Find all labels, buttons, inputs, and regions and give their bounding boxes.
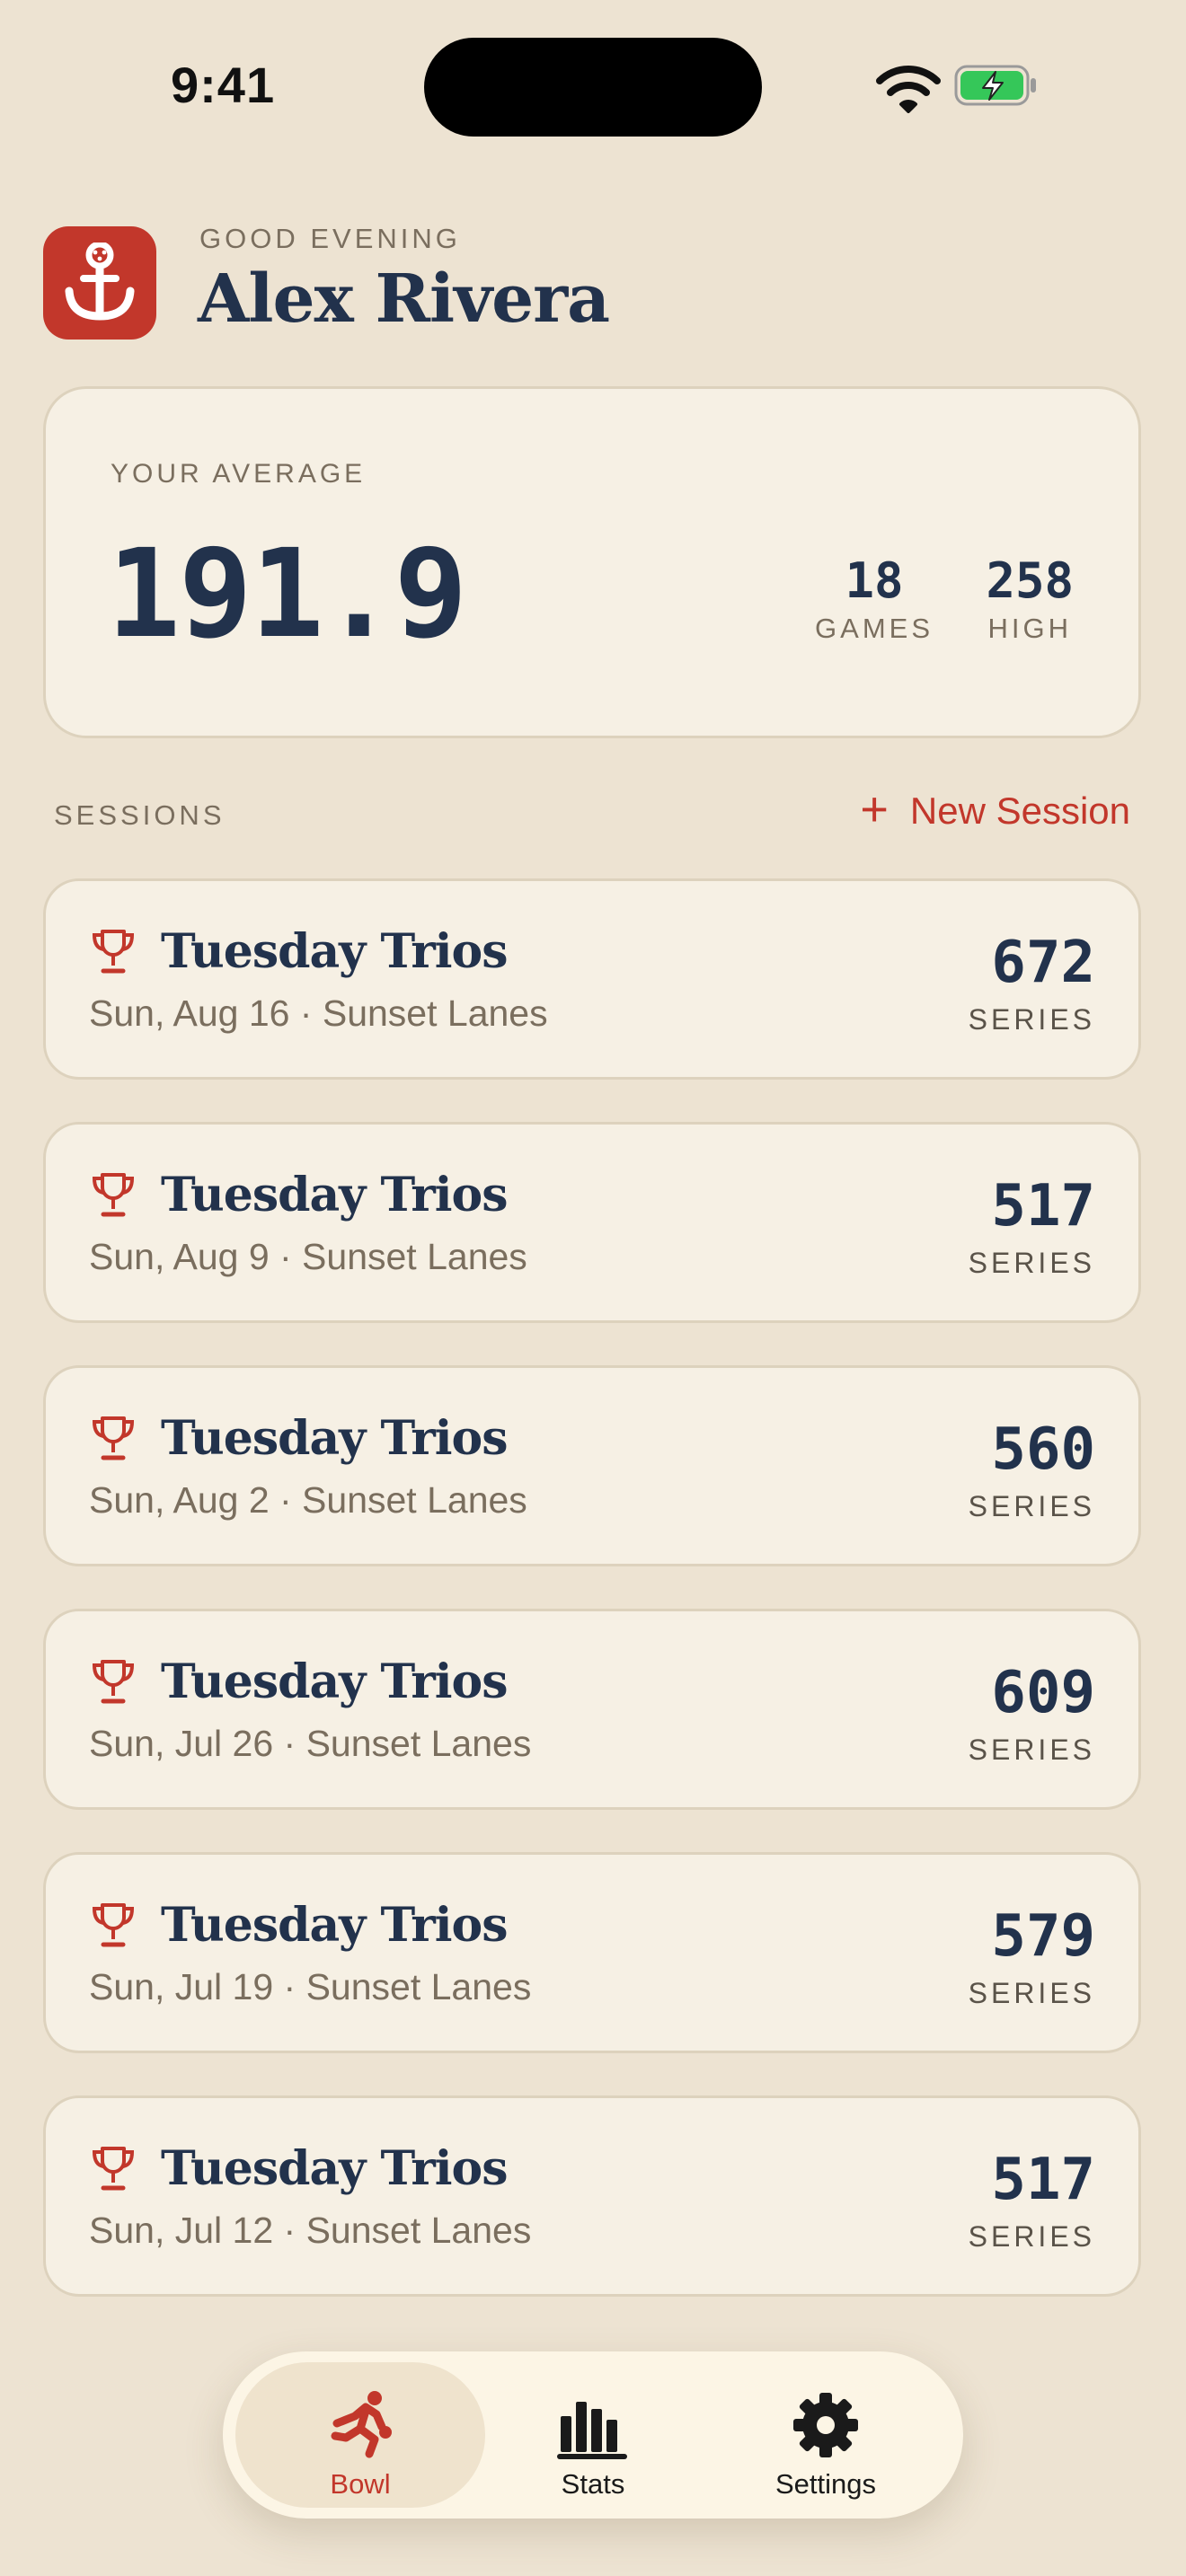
high-label: HIGH [987, 613, 1072, 644]
session-title: Tuesday Trios [161, 1411, 508, 1466]
bowler-icon [331, 2391, 392, 2458]
session-subtitle: Sun, Aug 9 · Sunset Lanes [89, 1236, 527, 1277]
session-subtitle: Sun, Jul 19 · Sunset Lanes [89, 1966, 532, 2007]
trophy-icon [92, 1903, 135, 1947]
session-series-label: SERIES [968, 1734, 1095, 1766]
session-title: Tuesday Trios [161, 1654, 508, 1709]
session-series-score: 517 [991, 2147, 1095, 2213]
session-card[interactable]: Tuesday Trios Sun, Aug 9 · Sunset Lanes … [43, 1122, 1141, 1323]
session-series-score: 609 [991, 1660, 1095, 1726]
new-session-label: New Session [909, 790, 1130, 832]
session-series-label: SERIES [968, 1977, 1095, 2009]
tab-settings[interactable]: Settings [701, 2362, 951, 2508]
session-card[interactable]: Tuesday Trios Sun, Aug 16 · Sunset Lanes… [43, 878, 1141, 1080]
games-count: 18 [845, 552, 904, 609]
session-subtitle: Sun, Aug 16 · Sunset Lanes [89, 992, 548, 1034]
trophy-icon [92, 930, 135, 974]
trophy-icon [92, 2147, 135, 2191]
app-logo [43, 226, 156, 340]
games-label: GAMES [815, 613, 934, 644]
session-card[interactable]: Tuesday Trios Sun, Jul 19 · Sunset Lanes… [43, 1852, 1141, 2053]
session-series-score: 517 [991, 1173, 1095, 1239]
average-value: 191.9 [107, 524, 467, 666]
new-session-button[interactable]: + New Session [860, 785, 1130, 834]
anchor-icon [65, 243, 135, 321]
session-subtitle: Sun, Jul 26 · Sunset Lanes [89, 1723, 532, 1764]
battery-charging-icon [954, 65, 1036, 106]
gear-icon [793, 2393, 858, 2457]
session-series-score: 579 [991, 1903, 1095, 1970]
tab-bowl[interactable]: Bowl [235, 2362, 485, 2508]
games-stat: 18 GAMES [815, 552, 934, 645]
high-stat: 258 HIGH [986, 552, 1074, 645]
session-title: Tuesday Trios [161, 1898, 508, 1953]
session-title: Tuesday Trios [161, 2141, 508, 2196]
average-card: YOUR AVERAGE 191.9 18 GAMES 258 HIGH [43, 386, 1141, 738]
trophy-icon [92, 1416, 135, 1460]
tab-stats[interactable]: Stats [468, 2362, 718, 2508]
tab-bowl-label: Bowl [330, 2468, 391, 2500]
session-series-score: 560 [991, 1416, 1095, 1483]
status-time: 9:41 [171, 57, 276, 113]
high-value: 258 [986, 552, 1074, 609]
session-title: Tuesday Trios [161, 1168, 508, 1222]
bar-chart-icon [557, 2402, 627, 2459]
tab-bar: Bowl Stats Settings [223, 2351, 963, 2519]
session-series-label: SERIES [968, 1003, 1095, 1036]
session-card[interactable]: Tuesday Trios Sun, Jul 12 · Sunset Lanes… [43, 2095, 1141, 2297]
tab-stats-label: Stats [561, 2468, 625, 2500]
session-series-label: SERIES [968, 2220, 1095, 2253]
trophy-icon [92, 1173, 135, 1217]
session-subtitle: Sun, Jul 12 · Sunset Lanes [89, 2210, 532, 2251]
session-title: Tuesday Trios [161, 924, 508, 979]
session-series-label: SERIES [968, 1247, 1095, 1279]
average-label: YOUR AVERAGE [111, 459, 367, 489]
sessions-section-label: SESSIONS [54, 799, 226, 831]
session-card[interactable]: Tuesday Trios Sun, Jul 26 · Sunset Lanes… [43, 1609, 1141, 1810]
session-subtitle: Sun, Aug 2 · Sunset Lanes [89, 1479, 527, 1521]
trophy-icon [92, 1660, 135, 1704]
tab-settings-label: Settings [774, 2468, 876, 2500]
user-name: Alex Rivera [198, 260, 610, 338]
plus-icon: + [860, 782, 889, 836]
session-series-score: 672 [991, 930, 1095, 996]
session-series-label: SERIES [968, 1490, 1095, 1522]
greeting-label: GOOD EVENING [199, 223, 461, 254]
wifi-icon [876, 66, 941, 113]
dynamic-island [424, 38, 762, 137]
session-card[interactable]: Tuesday Trios Sun, Aug 2 · Sunset Lanes … [43, 1365, 1141, 1566]
